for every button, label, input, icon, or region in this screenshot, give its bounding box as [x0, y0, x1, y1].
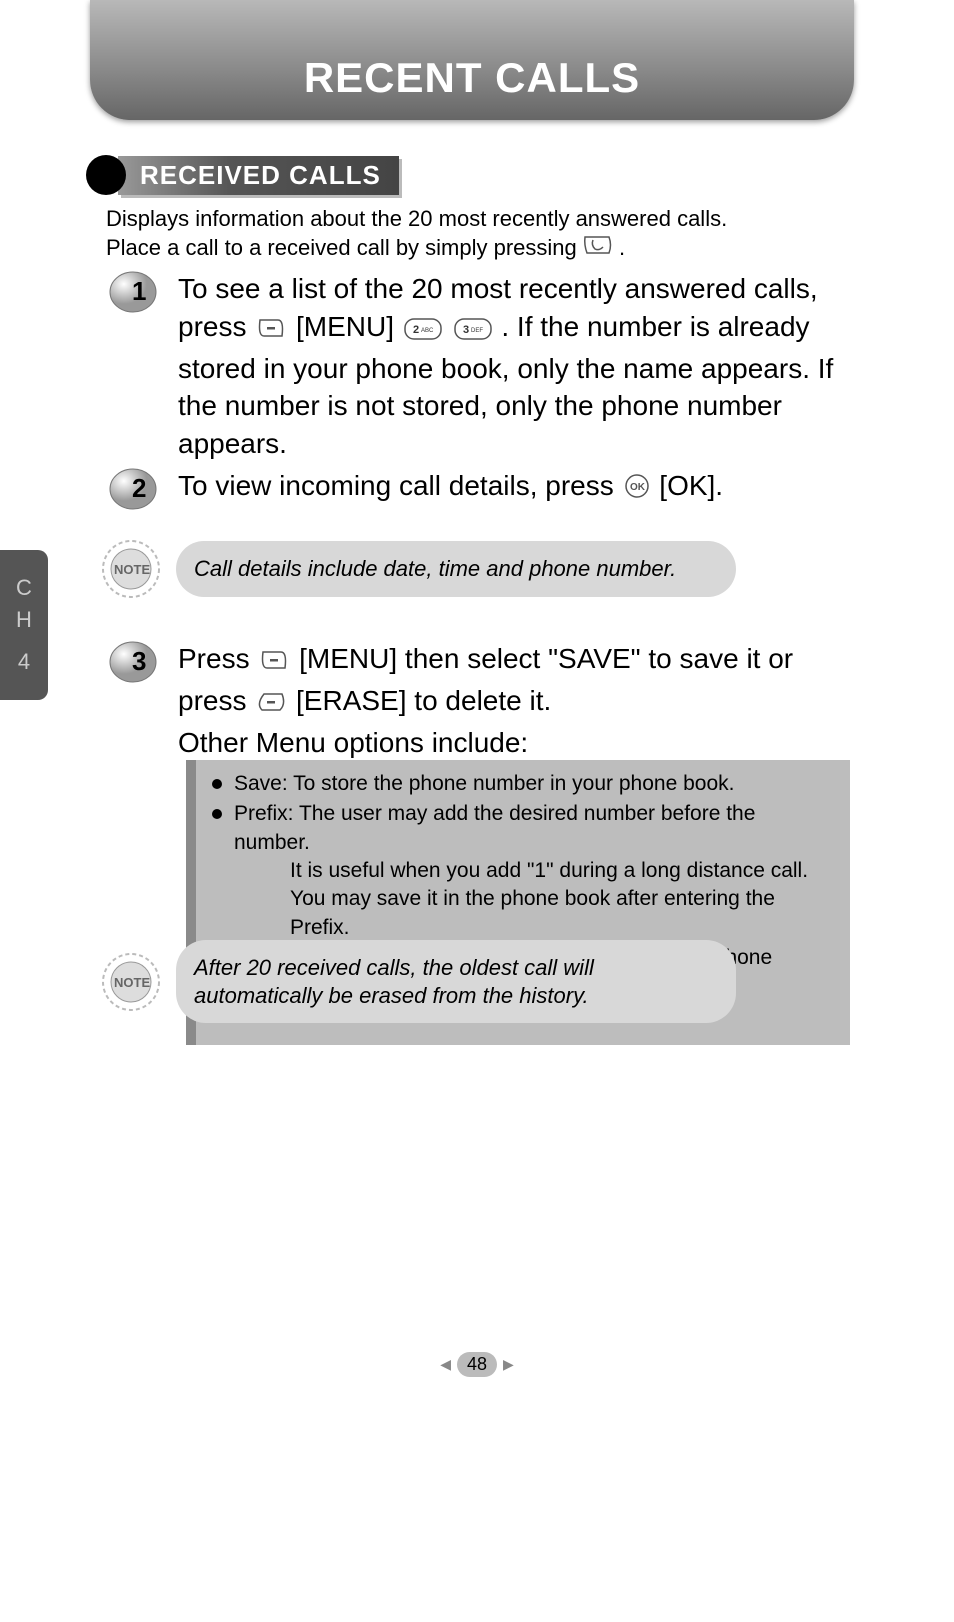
key-2-icon: 2ABC	[404, 312, 442, 350]
step-badge-1: 1	[108, 270, 158, 314]
chapter-c: C	[16, 575, 32, 601]
svg-text:OK: OK	[630, 482, 646, 493]
step-number-2: 2	[132, 473, 146, 504]
svg-text:3: 3	[463, 324, 469, 336]
softkey-right-icon	[256, 686, 286, 724]
step-2: 2 To view incoming call details, press O…	[108, 467, 844, 511]
step-badge-2: 2	[108, 467, 158, 511]
page-title: RECENT CALLS	[304, 54, 640, 102]
chapter-number: 4	[18, 649, 30, 675]
intro-line-1: Displays information about the 20 most r…	[106, 205, 844, 234]
step-number-1: 1	[132, 276, 146, 307]
softkey-left-icon	[259, 644, 289, 682]
step-2-text: To view incoming call details, press OK …	[178, 467, 844, 509]
step-1: 1 To see a list of the 20 most recently …	[108, 270, 844, 463]
svg-text:NOTE: NOTE	[114, 975, 150, 990]
option-save: Save: To store the phone number in your …	[210, 770, 836, 798]
svg-text:ABC: ABC	[421, 328, 434, 334]
step-3-text: Press [MENU] then select "SAVE" to save …	[178, 640, 844, 761]
page-number-container: ◀ 48 ▶	[0, 1352, 954, 1377]
svg-text:DEF: DEF	[471, 328, 483, 334]
step-badge-3: 3	[108, 640, 158, 684]
note-1: NOTE Call details include date, time and…	[100, 538, 844, 600]
page-arrow-left-icon: ◀	[440, 1356, 451, 1373]
note-2-text: After 20 received calls, the oldest call…	[176, 940, 736, 1023]
note-1-text: Call details include date, time and phon…	[176, 541, 736, 597]
chapter-tab: C H 4	[0, 550, 48, 700]
page-number: 48	[457, 1352, 497, 1377]
note-icon: NOTE	[100, 538, 162, 600]
option-prefix: Prefix: The user may add the desired num…	[210, 800, 836, 942]
step-1-text: To see a list of the 20 most recently an…	[178, 270, 844, 463]
key-3-icon: 3DEF	[454, 312, 492, 350]
section-heading: RECEIVED CALLS	[86, 155, 399, 195]
page-arrow-right-icon: ▶	[503, 1356, 514, 1373]
call-key-icon	[583, 234, 613, 263]
step-3: 3 Press [MENU] then select "SAVE" to sav…	[108, 640, 844, 761]
bullet-icon	[86, 155, 126, 195]
page-header: RECENT CALLS	[90, 0, 854, 120]
note-icon: NOTE	[100, 951, 162, 1013]
svg-text:2: 2	[413, 324, 419, 336]
section-title: RECEIVED CALLS	[118, 156, 399, 195]
note-2: NOTE After 20 received calls, the oldest…	[100, 940, 844, 1023]
intro-text: Displays information about the 20 most r…	[106, 205, 844, 263]
svg-text:NOTE: NOTE	[114, 562, 150, 577]
step-number-3: 3	[132, 646, 146, 677]
chapter-h: H	[16, 607, 32, 633]
ok-key-icon: OK	[624, 471, 650, 509]
softkey-left-icon	[256, 312, 286, 350]
intro-line-2: Place a call to a received call by simpl…	[106, 234, 844, 263]
